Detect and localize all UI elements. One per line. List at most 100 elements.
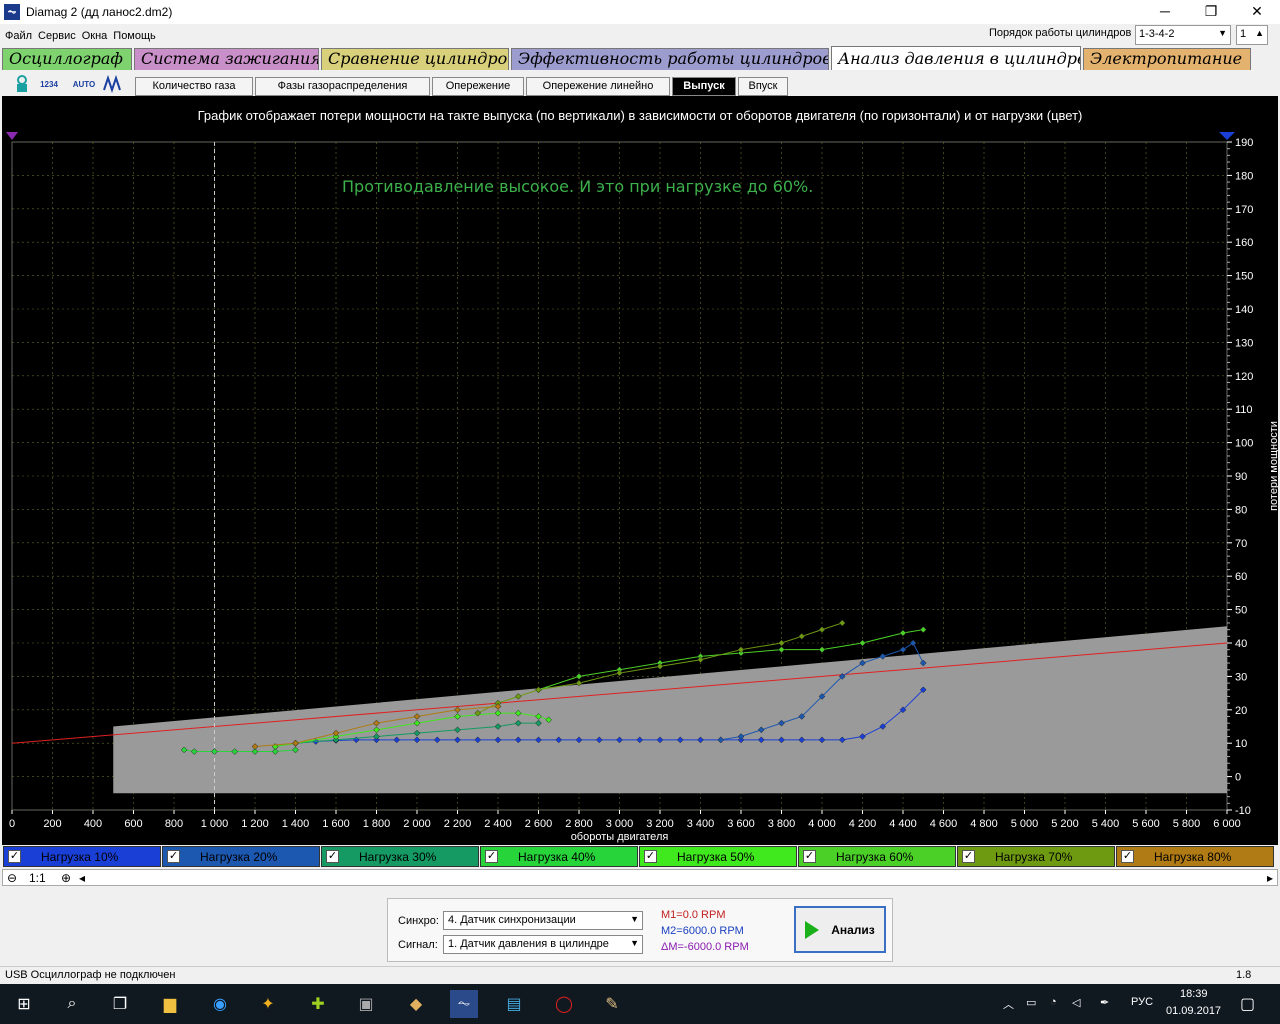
cylinder-order-label: Порядок работы цилиндров — [989, 27, 1132, 39]
cylinder-order-select[interactable]: 1-3-4-2 ▼ — [1135, 25, 1231, 45]
volume-icon[interactable]: ◁ — [1072, 996, 1080, 1009]
file-explorer-icon[interactable]: ▆ — [156, 990, 184, 1018]
fish-app-icon[interactable]: ◆ — [402, 990, 430, 1018]
y-tick-label: 120 — [1235, 371, 1253, 383]
load-label: Нагрузка 30% — [359, 849, 437, 864]
load-label: Нагрузка 70% — [995, 849, 1073, 864]
y-tick-label: -10 — [1235, 805, 1251, 817]
y-tick-label: 10 — [1235, 738, 1247, 750]
load-label: Нагрузка 10% — [41, 849, 119, 864]
scroll-left-icon[interactable]: ◂ — [79, 871, 85, 885]
diamag-taskbar-icon[interactable]: ⏦ — [450, 990, 478, 1018]
checkbox-icon[interactable]: ✓ — [1121, 850, 1134, 863]
subtab-valve-timing[interactable]: Фазы газораспределения — [255, 77, 430, 96]
auto-scale-icon[interactable]: AUTO — [73, 73, 96, 95]
analyze-button[interactable]: Анализ — [794, 906, 886, 953]
app-icon: ⏦ — [4, 4, 20, 20]
language-indicator[interactable]: РУС — [1131, 996, 1153, 1008]
battery-icon[interactable]: ▭ — [1026, 996, 1036, 1009]
menu-service[interactable]: Сервис — [38, 30, 76, 42]
load-legend: ✓ Нагрузка 10% ✓ Нагрузка 20% ✓ Нагрузка 30% ✓… — [3, 846, 1277, 868]
x-tick-label: 2 000 — [403, 818, 431, 830]
marker-m1: M1=0.0 RPM — [661, 909, 726, 921]
data-point — [818, 626, 826, 633]
data-point — [778, 646, 785, 654]
tab-cylinder-efficiency[interactable]: Эффективность работы цилиндров — [511, 48, 829, 70]
close-button[interactable]: ✕ — [1234, 0, 1280, 24]
x-tick-label: 5 000 — [1011, 818, 1039, 830]
x-tick-label: 2 200 — [444, 818, 472, 830]
subtab-intake[interactable]: Впуск — [738, 77, 788, 96]
minimize-button[interactable]: ─ — [1142, 0, 1188, 24]
search-icon[interactable]: ⌕ — [58, 990, 86, 1018]
marker-delta: ΔM=-6000.0 RPM — [661, 941, 749, 953]
status-bar: USB Осциллограф не подключен 1.8 — [0, 966, 1280, 984]
load-toggle-2[interactable]: ✓ Нагрузка 20% — [162, 846, 320, 867]
reference-band — [113, 626, 1227, 794]
menu-windows[interactable]: Окна — [82, 30, 108, 42]
zoom-in-icon[interactable]: ⊕ — [61, 871, 71, 885]
x-axis-label: обороты двигателя — [571, 831, 669, 843]
sync-select[interactable]: 4. Датчик синхронизации ▼ — [443, 911, 643, 930]
wifi-icon[interactable]: ◔ — [1050, 996, 1057, 1008]
data-point — [838, 619, 846, 627]
opera-icon[interactable]: ◯ — [550, 990, 578, 1018]
notifications-icon[interactable]: ▢ — [1240, 994, 1255, 1014]
tab-power-supply[interactable]: Электропитание — [1083, 48, 1251, 70]
browser-icon[interactable]: ◉ — [206, 990, 234, 1018]
plus-app-icon[interactable]: ✚ — [304, 990, 332, 1018]
checkbox-icon[interactable]: ✓ — [8, 850, 21, 863]
load-toggle-8[interactable]: ✓ Нагрузка 80% — [1116, 846, 1274, 867]
load-toggle-5[interactable]: ✓ Нагрузка 50% — [639, 846, 797, 867]
checkbox-icon[interactable]: ✓ — [803, 850, 816, 863]
app-icon-gold[interactable]: ✦ — [254, 990, 282, 1018]
tab-ignition[interactable]: Система зажигания — [134, 48, 319, 70]
exhaust-loss-chart[interactable]: 0 200 400 600 800 1 000 1 200 1 400 1 600 1 800 2 … — [2, 96, 1278, 845]
subtab-exhaust[interactable]: Выпуск — [672, 77, 736, 96]
load-toggle-6[interactable]: ✓ Нагрузка 60% — [798, 846, 956, 867]
subtab-advance[interactable]: Опережение — [432, 77, 524, 96]
tab-cylinder-compare[interactable]: Сравнение цилиндров — [321, 48, 509, 70]
paint-icon[interactable]: ✎ — [598, 990, 626, 1018]
windows-start-icon[interactable]: ⊞ — [10, 990, 38, 1018]
subtab-gas-amount[interactable]: Количество газа — [135, 77, 253, 96]
zoom-out-icon[interactable]: ⊖ — [7, 871, 17, 885]
clock-time[interactable]: 18:39 — [1180, 988, 1208, 1000]
signal-select[interactable]: 1. Датчик давления в цилиндре ▼ — [443, 935, 643, 954]
x-tick-label: 2 800 — [565, 818, 593, 830]
numbering-icon[interactable]: 1234 — [38, 73, 60, 95]
load-toggle-7[interactable]: ✓ Нагрузка 70% — [957, 846, 1115, 867]
status-text: USB Осциллограф не подключен — [5, 969, 176, 981]
pen-icon[interactable]: ✒ — [1100, 996, 1109, 1009]
clock-date[interactable]: 01.09.2017 — [1166, 1005, 1221, 1017]
tray-chevron-icon[interactable]: ︿ — [1003, 996, 1014, 1012]
checkbox-icon[interactable]: ✓ — [485, 850, 498, 863]
cylinder-count-select[interactable]: 1 ▲ — [1236, 25, 1268, 45]
menu-file[interactable]: Файл — [5, 30, 32, 42]
data-point — [899, 629, 907, 637]
peak-icon[interactable] — [101, 73, 123, 95]
checkbox-icon[interactable]: ✓ — [962, 850, 975, 863]
load-toggle-1[interactable]: ✓ Нагрузка 10% — [3, 846, 161, 867]
tab-pressure-analysis[interactable]: Анализ давления в цилиндре — [831, 46, 1081, 70]
tab-oscilloscope[interactable]: Осциллограф — [2, 48, 132, 70]
sync-label: Синхро: — [398, 915, 439, 927]
y-tick-label: 60 — [1235, 571, 1247, 583]
y-tick-label: 170 — [1235, 204, 1253, 216]
maximize-button[interactable]: ❐ — [1188, 0, 1234, 24]
device-icon[interactable]: ▣ — [352, 990, 380, 1018]
scroll-right-icon[interactable]: ▸ — [1267, 871, 1273, 885]
menu-help[interactable]: Помощь — [113, 30, 156, 42]
checkbox-icon[interactable]: ✓ — [644, 850, 657, 863]
y-tick-label: 110 — [1235, 404, 1253, 416]
task-view-icon[interactable]: ❐ — [106, 990, 134, 1018]
load-toggle-4[interactable]: ✓ Нагрузка 40% — [480, 846, 638, 867]
load-toggle-3[interactable]: ✓ Нагрузка 30% — [321, 846, 479, 867]
oscilloscope-app-icon[interactable]: ▤ — [500, 990, 528, 1018]
checkbox-icon[interactable]: ✓ — [167, 850, 180, 863]
subtab-advance-linear[interactable]: Опережение линейно — [526, 77, 670, 96]
cylinder-icon[interactable] — [11, 73, 33, 95]
data-point — [899, 646, 907, 654]
checkbox-icon[interactable]: ✓ — [326, 850, 339, 863]
analyze-label: Анализ — [831, 922, 875, 937]
